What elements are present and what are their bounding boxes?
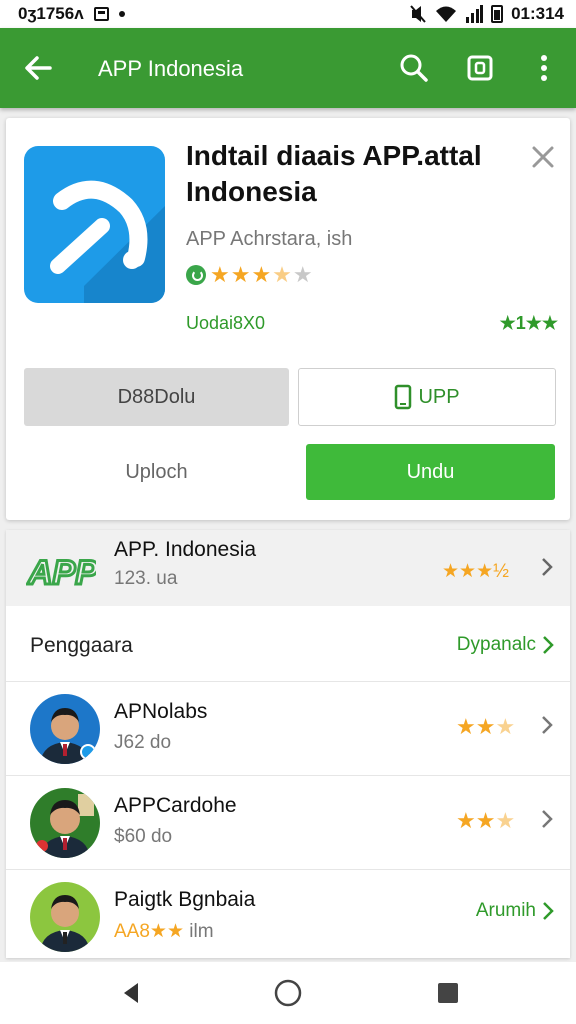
status-bar: 0ʒ1756ʌ 01:314 [0,0,576,28]
mute-icon [410,5,426,23]
featured-subtitle: 123. ua [114,568,178,589]
action-link-label: Arumih [475,900,536,921]
chevron-right-icon [543,902,554,920]
developer-name: APP Achrstara, ish [186,228,353,250]
chevron-right-icon [542,716,553,734]
rating-stars: ★★★ [456,808,516,833]
close-icon[interactable] [530,144,556,170]
notification-dot-icon [118,11,125,17]
person-name: APNolabs [114,700,208,723]
update-label: Uodai8X0 [186,313,266,333]
person-subtitle: J62 do [114,732,172,753]
person-subtitle-prefix: AA8★★ [114,921,184,942]
more-vert-icon[interactable] [526,50,562,86]
person-name: Paigtk Bgnbaia [114,888,256,911]
wifi-icon [436,6,457,22]
person-subtitle: $60 do [114,826,173,847]
storage-icon [93,7,109,21]
chevron-right-icon [543,636,554,654]
app-rating: ★★★★★ [186,262,314,288]
svg-text:APP: APP [27,554,96,590]
app-bar: APP Indonesia [0,28,576,108]
app-logo-icon: APP [26,553,96,591]
avatar [30,694,100,764]
home-circle-icon[interactable] [273,978,303,1008]
list-item[interactable]: Paigtk Bgnbaia AA8★★ ilm Arumih [6,870,570,958]
system-nav-bar [0,962,576,1024]
text-button[interactable]: Uploch [24,444,289,500]
see-more-link[interactable]: Dypanalc [457,634,554,656]
rating-stars: ★★★★★ [210,262,314,287]
verified-badge-icon [186,265,206,285]
open-button-label: UPP [418,385,460,408]
featured-row[interactable]: APP APP. Indonesia 123. ua ★★★½ [6,530,570,606]
chevron-right-icon [542,558,553,576]
status-time-left: 0ʒ1756ʌ [18,4,84,23]
action-link[interactable]: Arumih [476,900,554,922]
chevron-right-icon [542,810,553,828]
related-list: APP APP. Indonesia 123. ua ★★★½ Penggaar… [6,530,570,958]
avatar [30,788,100,858]
person-subtitle: AA8★★ ilm [114,920,214,943]
status-time-right: 01:314 [511,4,564,23]
list-item[interactable]: APPCardohe $60 do ★★★ [6,776,570,870]
back-triangle-icon[interactable] [116,978,146,1008]
back-arrow-icon[interactable] [22,52,54,84]
avatar [30,882,100,952]
recents-square-icon[interactable] [433,978,463,1008]
battery-icon [491,5,504,23]
signal-icon [466,5,484,23]
featured-rating: ★★★½ [442,561,509,582]
search-icon[interactable] [396,50,432,86]
rank-label: ★1★★ [499,313,558,333]
phone-icon [395,384,412,410]
rating-stars: ★★★ [456,714,516,739]
app-detail-card: Indtail diaais APP.attal Indonesia APP A… [6,118,570,520]
install-button[interactable]: Undu [306,444,555,500]
secondary-button[interactable]: D88Dolu [24,368,289,426]
person-subtitle-suffix: ilm [183,921,214,942]
screenshot-icon[interactable] [462,50,498,86]
app-icon [24,146,165,303]
list-item[interactable]: APNolabs J62 do ★★★ [6,682,570,776]
page-title: APP Indonesia [98,56,244,81]
see-more-label: Dypanalc [456,634,536,655]
featured-title: APP. Indonesia [114,538,257,561]
section-header: Penggaara Dypanalc [6,606,570,682]
person-name: APPCardohe [114,794,237,817]
app-name: Indtail diaais APP.attal Indonesia [186,140,482,207]
section-label: Penggaara [30,634,133,657]
open-button[interactable]: UPP [298,368,556,426]
